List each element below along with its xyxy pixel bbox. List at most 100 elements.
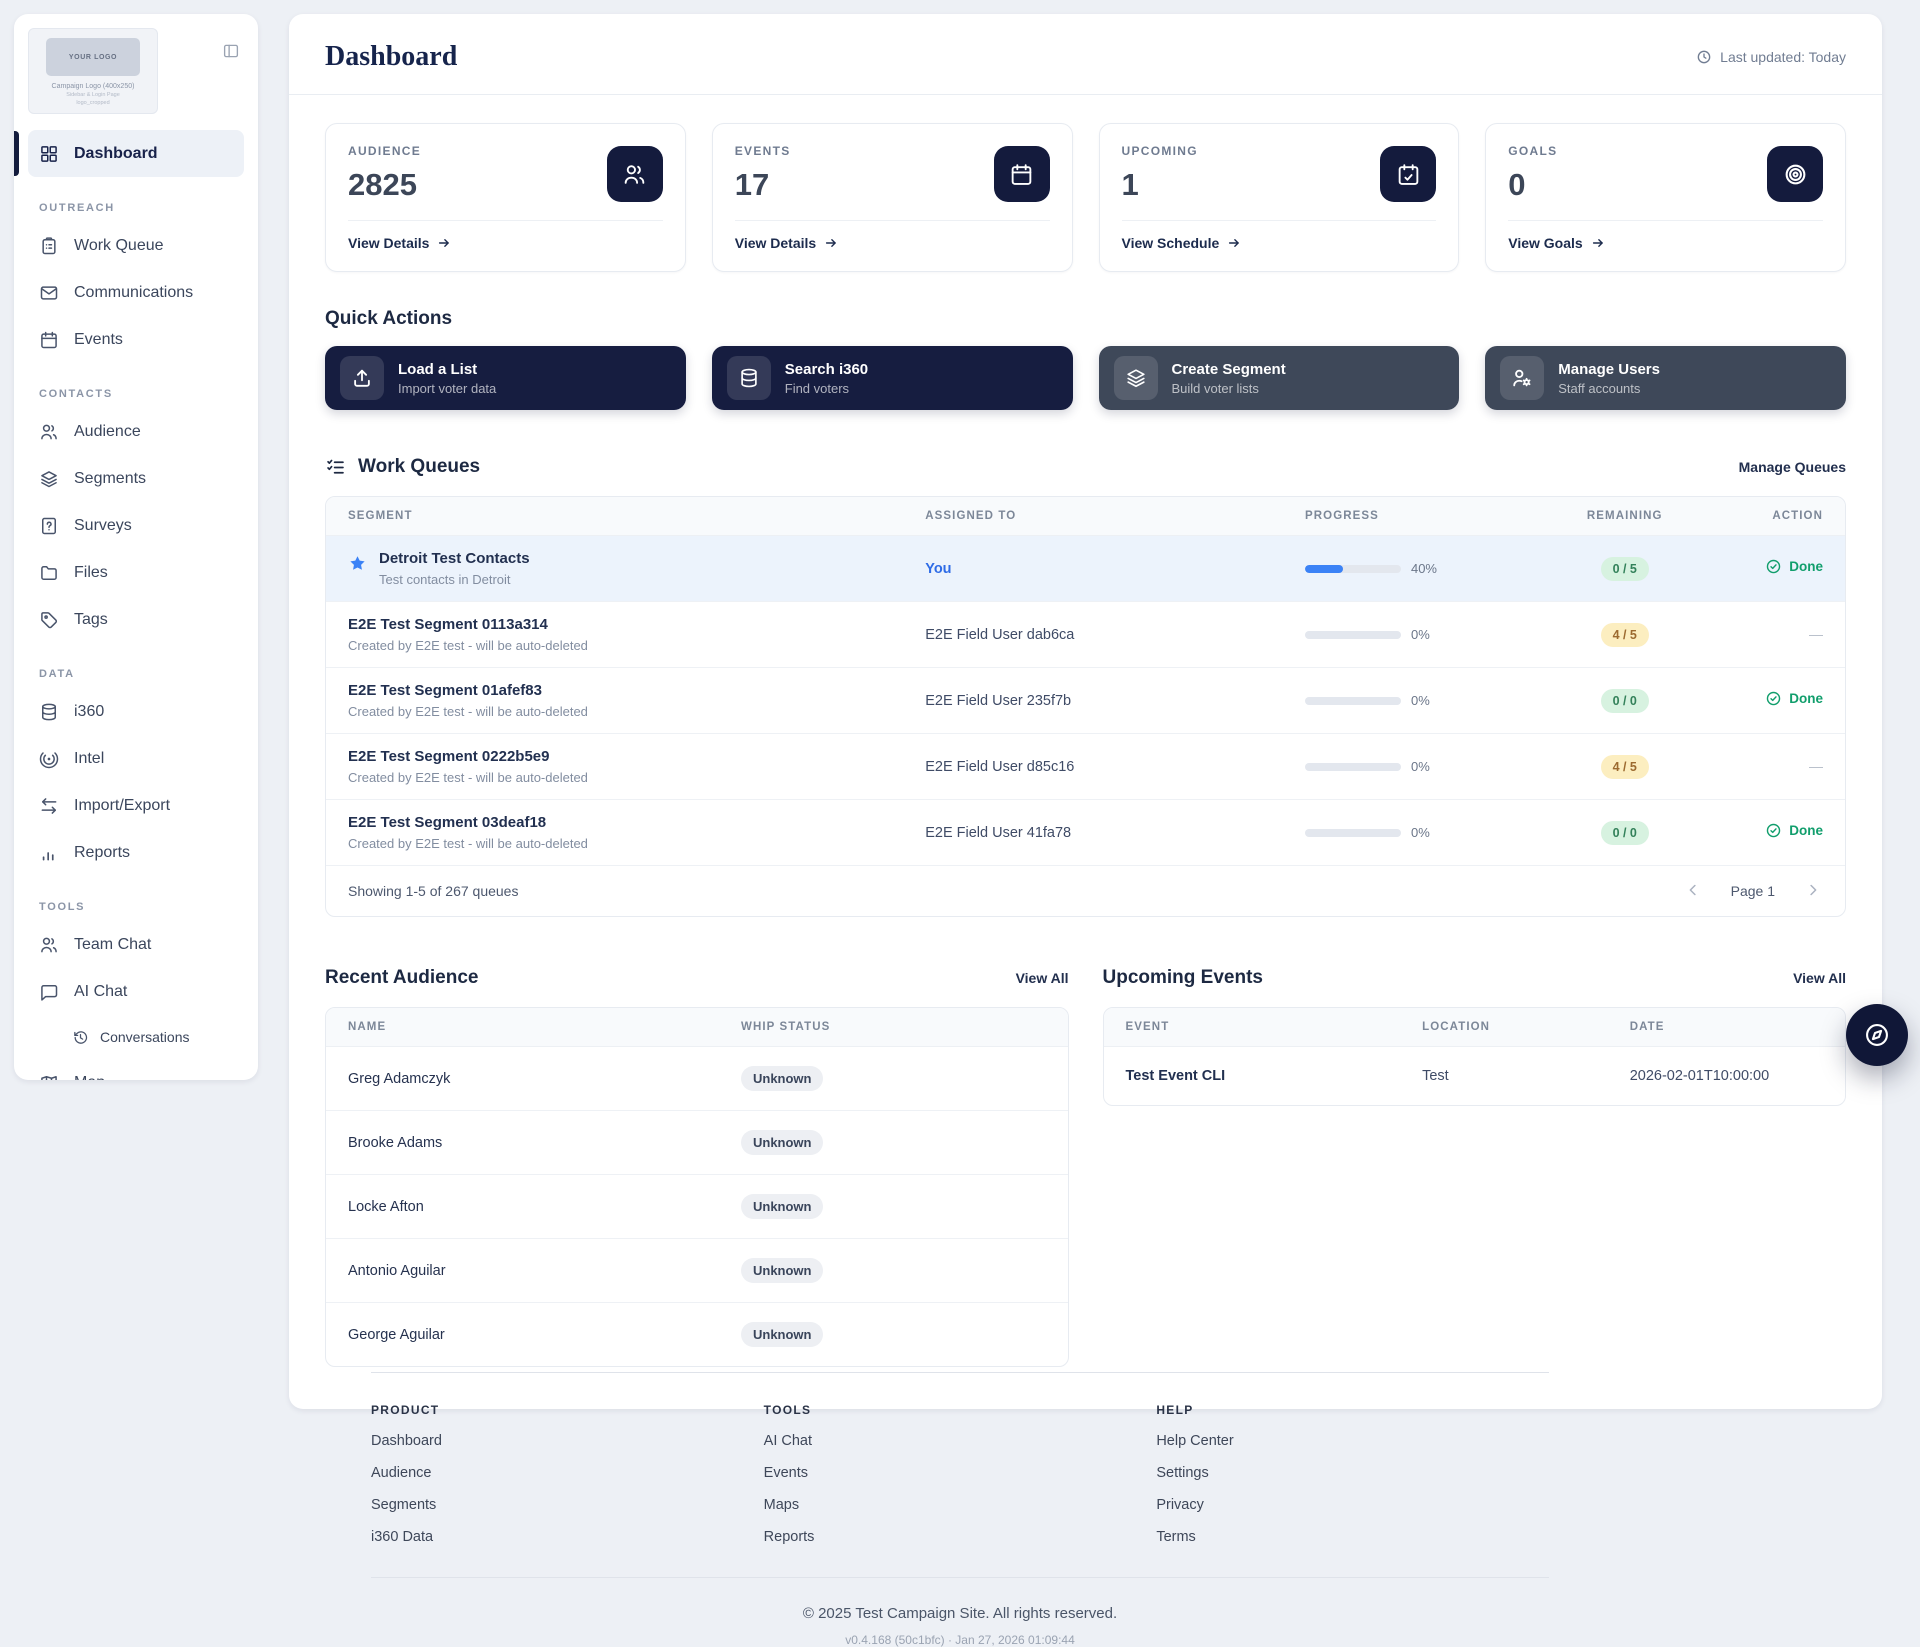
load-list-button[interactable]: Load a List Import voter data <box>325 346 686 410</box>
view-details-link[interactable]: View Details <box>348 235 451 251</box>
stat-card-upcoming: UPCOMING 1 View Schedule <box>1099 123 1460 272</box>
contact-name: Greg Adamczyk <box>348 1071 450 1087</box>
upcoming-events-section: Upcoming Events View All EVENT LOCATION … <box>1103 967 1847 1367</box>
col-action: ACTION <box>1708 497 1845 536</box>
qa-subtitle: Find voters <box>785 381 868 396</box>
sidebar-item-communications[interactable]: Communications <box>28 269 244 316</box>
sidebar-item-surveys[interactable]: Surveys <box>28 502 244 549</box>
sidebar-item-dashboard[interactable]: Dashboard <box>28 130 244 177</box>
footer-link-events[interactable]: Events <box>764 1465 1157 1481</box>
quick-actions-section: Quick Actions Load a List Import voter d… <box>325 308 1846 410</box>
chat-icon <box>39 982 59 1002</box>
folder-icon <box>39 563 59 583</box>
work-queues-table: SEGMENT ASSIGNED TO PROGRESS REMAINING A… <box>325 496 1846 917</box>
queue-row[interactable]: E2E Test Segment 0113a314 Created by E2E… <box>326 602 1845 668</box>
sidebar-item-label: Events <box>74 331 123 349</box>
sidebar-collapse-button[interactable] <box>218 38 244 64</box>
manage-users-button[interactable]: Manage Users Staff accounts <box>1485 346 1846 410</box>
done-action[interactable]: Done <box>1765 558 1823 575</box>
layers-icon-box <box>1114 356 1158 400</box>
radar-icon <box>39 749 59 769</box>
next-page-button[interactable] <box>1803 881 1823 901</box>
stat-icon-box <box>994 146 1050 202</box>
sidebar-item-ai-chat[interactable]: AI Chat <box>28 968 244 1015</box>
footer-link-segments[interactable]: Segments <box>371 1497 764 1513</box>
qa-subtitle: Build voter lists <box>1172 381 1286 396</box>
col-progress: PROGRESS <box>1283 497 1541 536</box>
upload-icon-box <box>340 356 384 400</box>
sidebar: YOUR LOGO Campaign Logo (400x250) Sideba… <box>14 14 258 1080</box>
sidebar-item-team-chat[interactable]: Team Chat <box>28 921 244 968</box>
view-schedule-link[interactable]: View Schedule <box>1122 235 1242 251</box>
audience-row[interactable]: Brooke Adams Unknown <box>326 1111 1068 1175</box>
view-all-events-button[interactable]: View All <box>1793 970 1846 986</box>
assigned-to: E2E Field User 235f7b <box>925 693 1071 709</box>
footer-link-audience[interactable]: Audience <box>371 1465 764 1481</box>
queue-row[interactable]: E2E Test Segment 01afef83 Created by E2E… <box>326 668 1845 734</box>
done-action[interactable]: Done <box>1765 822 1823 839</box>
logo-subcaption: Sidebar & Login Page <box>35 92 151 98</box>
sidebar-item-work-queue[interactable]: Work Queue <box>28 222 244 269</box>
footer-link-help-center[interactable]: Help Center <box>1156 1433 1549 1449</box>
sidebar-item-audience[interactable]: Audience <box>28 408 244 455</box>
whip-status-badge: Unknown <box>741 1194 824 1219</box>
queue-row[interactable]: E2E Test Segment 03deaf18 Created by E2E… <box>326 800 1845 866</box>
footer-link-settings[interactable]: Settings <box>1156 1465 1549 1481</box>
map-icon <box>39 1073 59 1081</box>
compass-fab-button[interactable] <box>1846 1004 1908 1066</box>
check-circle-icon <box>1765 558 1782 575</box>
stat-card-goals: GOALS 0 View Goals <box>1485 123 1846 272</box>
compass-icon <box>1863 1021 1891 1049</box>
event-row[interactable]: Test Event CLI Test 2026-02-01T10:00:00 <box>1104 1047 1846 1106</box>
qa-title: Search i360 <box>785 361 868 378</box>
view-all-audience-button[interactable]: View All <box>1016 970 1069 986</box>
progress-percent: 0% <box>1411 627 1430 642</box>
audience-row[interactable]: Locke Afton Unknown <box>326 1175 1068 1239</box>
qa-title: Manage Users <box>1558 361 1660 378</box>
qa-title: Load a List <box>398 361 496 378</box>
sidebar-item-conversations[interactable]: Conversations <box>28 1015 244 1059</box>
queue-row[interactable]: E2E Test Segment 0222b5e9 Created by E2E… <box>326 734 1845 800</box>
sidebar-item-reports[interactable]: Reports <box>28 829 244 876</box>
sidebar-item-map[interactable]: Map <box>28 1059 244 1080</box>
audience-row[interactable]: Greg Adamczyk Unknown <box>326 1047 1068 1111</box>
prev-page-button[interactable] <box>1683 881 1703 901</box>
remaining-badge: 0 / 0 <box>1601 821 1649 845</box>
footer-link-i360-data[interactable]: i360 Data <box>371 1529 764 1545</box>
footer-link-ai-chat[interactable]: AI Chat <box>764 1433 1157 1449</box>
sidebar-item-i360[interactable]: i360 <box>28 688 244 735</box>
sidebar-item-segments[interactable]: Segments <box>28 455 244 502</box>
done-action[interactable]: Done <box>1765 690 1823 707</box>
queue-row[interactable]: Detroit Test Contacts Test contacts in D… <box>326 536 1845 602</box>
view-details-link[interactable]: View Details <box>735 235 838 251</box>
calendar-check-icon <box>1396 162 1421 187</box>
audience-row[interactable]: George Aguilar Unknown <box>326 1303 1068 1367</box>
segment-description: Created by E2E test - will be auto-delet… <box>348 704 881 719</box>
search-i360-button[interactable]: Search i360 Find voters <box>712 346 1073 410</box>
create-segment-button[interactable]: Create Segment Build voter lists <box>1099 346 1460 410</box>
footer-link-reports[interactable]: Reports <box>764 1529 1157 1545</box>
audience-row[interactable]: Antonio Aguilar Unknown <box>326 1239 1068 1303</box>
pagination: Page 1 <box>1683 881 1823 901</box>
sidebar-item-label: Dashboard <box>74 145 158 163</box>
users-icon <box>39 935 59 955</box>
progress-percent: 40% <box>1411 561 1437 576</box>
progress-bar <box>1305 565 1401 573</box>
manage-queues-button[interactable]: Manage Queues <box>1739 459 1846 475</box>
sidebar-item-tags[interactable]: Tags <box>28 596 244 643</box>
remaining-badge: 4 / 5 <box>1601 623 1649 647</box>
footer-link-privacy[interactable]: Privacy <box>1156 1497 1549 1513</box>
sidebar-item-files[interactable]: Files <box>28 549 244 596</box>
sidebar-item-intel[interactable]: Intel <box>28 735 244 782</box>
view-goals-link[interactable]: View Goals <box>1508 235 1604 251</box>
remaining-badge: 0 / 0 <box>1601 689 1649 713</box>
view-goals-label: View Goals <box>1508 235 1582 251</box>
event-date: 2026-02-01T10:00:00 <box>1630 1068 1769 1084</box>
layers-icon <box>39 469 59 489</box>
sidebar-item-events[interactable]: Events <box>28 316 244 363</box>
page-footer: PRODUCT Dashboard Audience Segments i360… <box>0 1372 1920 1647</box>
footer-link-dashboard[interactable]: Dashboard <box>371 1433 764 1449</box>
sidebar-item-import-export[interactable]: Import/Export <box>28 782 244 829</box>
footer-link-terms[interactable]: Terms <box>1156 1529 1549 1545</box>
footer-link-maps[interactable]: Maps <box>764 1497 1157 1513</box>
